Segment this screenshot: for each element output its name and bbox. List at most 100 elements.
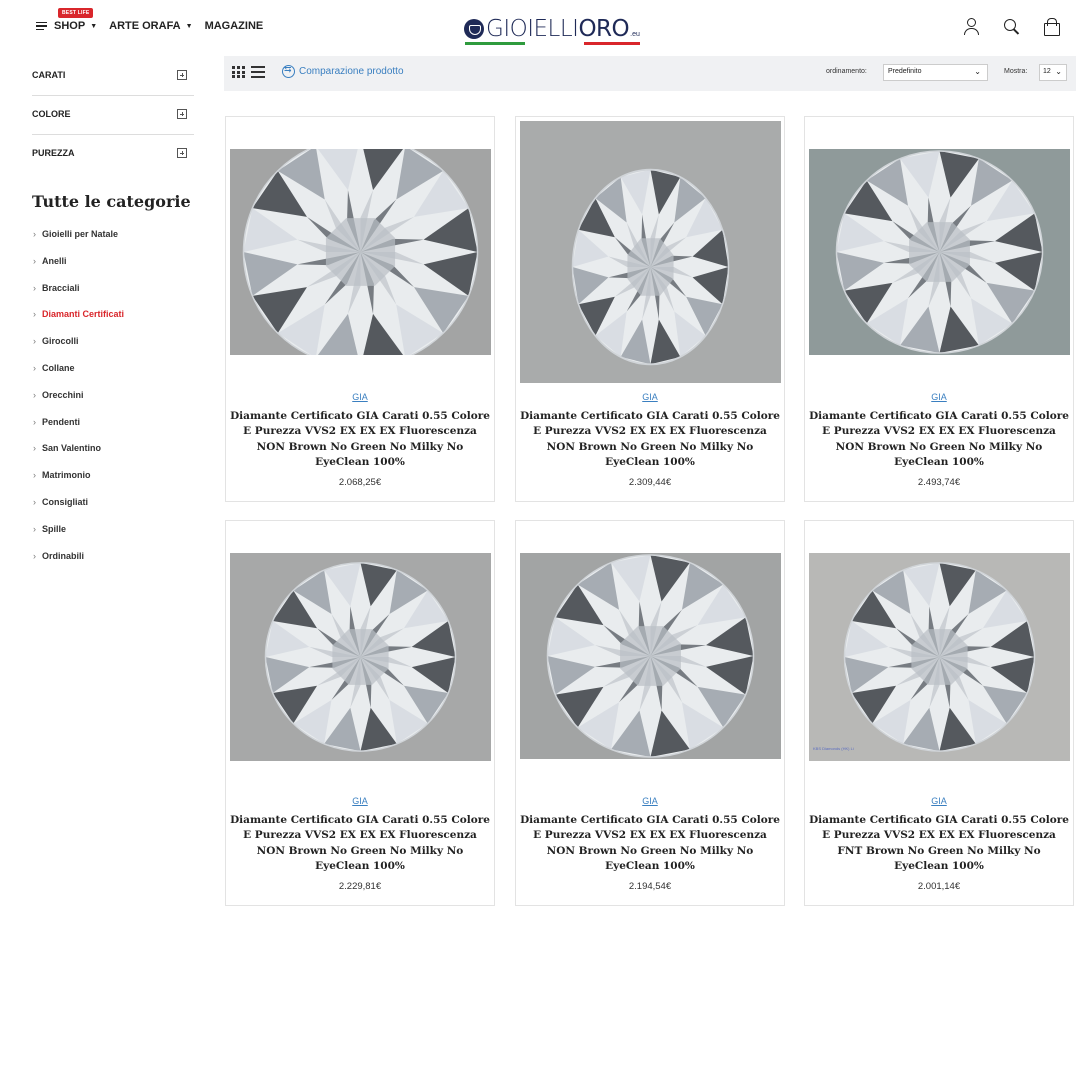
product-title[interactable]: Diamante Certificato GIA Carati 0.55 Col… <box>520 813 780 874</box>
sort-select[interactable]: Predefinito ⌄ <box>883 64 988 81</box>
chevron-right-icon: › <box>33 362 36 373</box>
category-label: Girocolli <box>42 336 79 347</box>
product-price: 2.001,14€ <box>917 881 961 892</box>
site-logo[interactable]: GIOIELLI ORO .eu <box>464 13 640 45</box>
category-item[interactable]: › Matrimonio <box>33 470 124 497</box>
compare-icon <box>282 64 295 78</box>
category-item[interactable]: › Collane <box>33 363 124 390</box>
chevron-right-icon: › <box>33 309 36 320</box>
product-title[interactable]: Diamante Certificato GIA Carati 0.55 Col… <box>230 409 490 470</box>
nav-magazine[interactable]: MAGAZINE <box>205 20 264 32</box>
filter-purezza[interactable]: PUREZZA <box>32 134 194 172</box>
category-item[interactable]: › Anelli <box>33 256 124 283</box>
category-item[interactable]: › San Valentino <box>33 443 124 470</box>
product-toolbar: Comparazione prodotto ordinamento: Prede… <box>224 56 1076 91</box>
category-item[interactable]: › Pendenti <box>33 417 124 444</box>
category-item[interactable]: › Girocolli <box>33 336 124 363</box>
nav-arte-orafa-label: ARTE ORAFA <box>109 20 181 32</box>
filter-label: COLORE <box>32 109 71 119</box>
chevron-right-icon: › <box>33 282 36 293</box>
main-nav: BEST LIFE SHOP ▼ ARTE ORAFA ▼ MAGAZINE <box>36 8 264 32</box>
product-card[interactable]: GIA Diamante Certificato GIA Carati 0.55 … <box>225 520 495 906</box>
categories-title: Tutte le categorie <box>32 192 191 211</box>
product-price: 2.194,54€ <box>628 881 672 892</box>
caret-down-icon: ▼ <box>90 22 98 30</box>
category-item[interactable]: › Spille <box>33 524 124 551</box>
category-item[interactable]: › Orecchini <box>33 390 124 417</box>
image-watermark: KBS Diamonds (HK) Li <box>813 746 854 751</box>
expand-plus-icon[interactable] <box>177 109 187 119</box>
menu-icon[interactable] <box>36 21 47 31</box>
chevron-down-icon: ⌄ <box>974 67 981 76</box>
category-label: Diamanti Certificati <box>42 309 125 320</box>
logo-flag-green <box>465 42 525 45</box>
category-label: San Valentino <box>42 443 102 454</box>
compare-products-link[interactable]: Comparazione prodotto <box>282 64 404 78</box>
product-price: 2.309,44€ <box>628 477 672 488</box>
product-card[interactable]: KBS Diamonds (HK) Li GIA Diamante Certific… <box>804 520 1074 906</box>
chevron-right-icon: › <box>33 443 36 454</box>
search-icon[interactable] <box>1002 17 1020 35</box>
chevron-right-icon: › <box>33 416 36 427</box>
product-image[interactable] <box>230 553 491 761</box>
category-label: Pendenti <box>42 416 81 427</box>
product-brand-link[interactable]: GIA <box>516 796 784 806</box>
category-label: Anelli <box>42 255 67 266</box>
category-item[interactable]: › Consigliati <box>33 497 124 524</box>
category-label: Gioielli per Natale <box>42 229 119 239</box>
show-value: 12 <box>1043 68 1051 75</box>
product-image[interactable] <box>520 121 781 383</box>
product-brand-link[interactable]: GIA <box>226 392 494 402</box>
product-card[interactable]: GIA Diamante Certificato GIA Carati 0.55 … <box>515 520 785 906</box>
chevron-right-icon: › <box>33 470 36 481</box>
product-card[interactable]: GIA Diamante Certificato GIA Carati 0.55 … <box>515 116 785 502</box>
product-brand-link[interactable]: GIA <box>805 796 1073 806</box>
product-card[interactable]: GIA Diamante Certificato GIA Carati 0.55 … <box>804 116 1074 502</box>
product-brand-link[interactable]: GIA <box>226 796 494 806</box>
product-title[interactable]: Diamante Certificato GIA Carati 0.55 Col… <box>230 813 490 874</box>
category-item[interactable]: › Ordinabili <box>33 551 124 578</box>
category-label: Bracciali <box>42 282 80 293</box>
chevron-right-icon: › <box>33 389 36 400</box>
product-image[interactable] <box>520 553 781 759</box>
category-label: Orecchini <box>42 389 84 400</box>
category-label: Consigliati <box>42 496 89 507</box>
category-label: Matrimonio <box>42 470 91 481</box>
grid-view-icon[interactable] <box>232 66 245 78</box>
site-header: BEST LIFE SHOP ▼ ARTE ORAFA ▼ MAGAZINE G… <box>0 0 1080 56</box>
product-image[interactable]: KBS Diamonds (HK) Li <box>809 553 1070 761</box>
filter-colore[interactable]: COLORE <box>32 95 194 133</box>
shopping-bag-icon[interactable] <box>1042 17 1060 36</box>
nav-shop-label: SHOP <box>54 20 86 32</box>
filter-carati[interactable]: CARATI <box>32 57 194 95</box>
list-view-icon[interactable] <box>251 66 265 78</box>
category-list: › Gioielli per Natale › Anelli › Bracciali › Di… <box>33 229 124 577</box>
product-brand-link[interactable]: GIA <box>805 392 1073 402</box>
caret-down-icon: ▼ <box>185 22 193 30</box>
chevron-right-icon: › <box>33 523 36 534</box>
product-image[interactable] <box>809 149 1070 355</box>
chevron-right-icon: › <box>33 255 36 266</box>
product-image[interactable] <box>230 149 491 355</box>
expand-plus-icon[interactable] <box>177 148 187 158</box>
category-item[interactable]: › Diamanti Certificati <box>33 309 124 336</box>
product-brand-link[interactable]: GIA <box>516 392 784 402</box>
logo-text-suffix: .eu <box>630 30 640 38</box>
show-count-select[interactable]: 12 ⌄ <box>1039 64 1067 81</box>
category-item[interactable]: › Bracciali <box>33 283 124 310</box>
product-title[interactable]: Diamante Certificato GIA Carati 0.55 Col… <box>520 409 780 470</box>
category-label: Collane <box>42 362 75 373</box>
user-icon[interactable] <box>962 17 980 35</box>
product-title[interactable]: Diamante Certificato GIA Carati 0.55 Col… <box>809 409 1069 470</box>
product-card[interactable]: GIA Diamante Certificato GIA Carati 0.55 … <box>225 116 495 502</box>
filter-label: CARATI <box>32 70 66 80</box>
category-item[interactable]: › Gioielli per Natale <box>33 229 124 256</box>
nav-arte-orafa[interactable]: ARTE ORAFA ▼ <box>109 20 192 32</box>
category-label: Ordinabili <box>42 550 85 561</box>
show-label: Mostra: <box>1004 68 1028 75</box>
chevron-right-icon: › <box>33 336 36 347</box>
nav-shop[interactable]: BEST LIFE SHOP ▼ <box>36 8 98 32</box>
chevron-right-icon: › <box>33 229 36 239</box>
expand-plus-icon[interactable] <box>177 70 187 80</box>
product-title[interactable]: Diamante Certificato GIA Carati 0.55 Col… <box>809 813 1069 874</box>
